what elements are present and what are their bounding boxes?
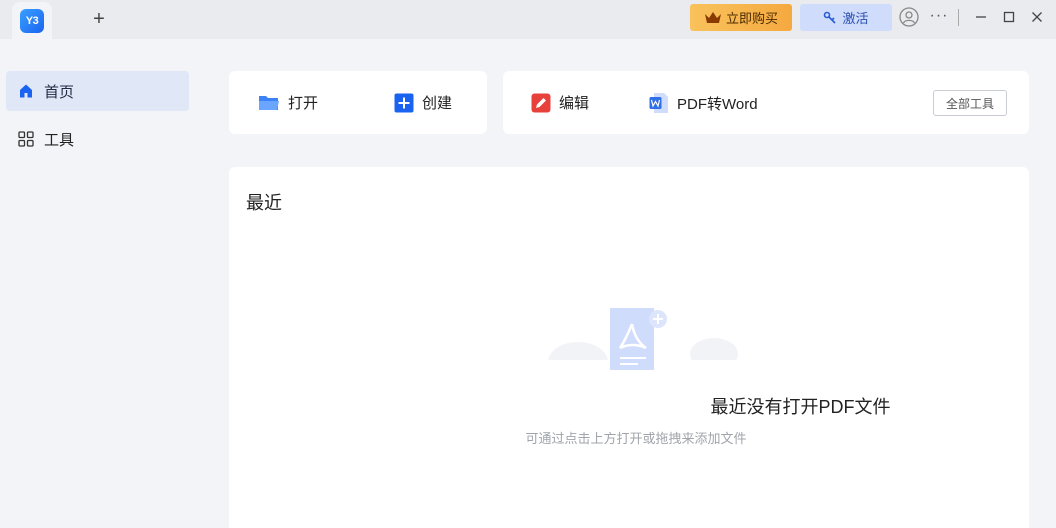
- recent-title: 最近: [246, 193, 282, 213]
- open-label: 打开: [288, 95, 319, 112]
- empty-state-title: 最近没有打开PDF文件: [710, 397, 891, 417]
- home-tab[interactable]: Y3: [12, 2, 52, 39]
- create-label: 创建: [422, 95, 453, 112]
- home-icon: [20, 84, 32, 98]
- buy-now-button[interactable]: 立即购买: [690, 4, 792, 31]
- key-icon: [824, 11, 837, 24]
- close-icon: [1032, 12, 1042, 22]
- more-menu-button[interactable]: ···: [929, 7, 949, 27]
- pdf-to-word-button[interactable]: PDF转Word: [649, 92, 758, 114]
- word-doc-icon: [649, 93, 668, 113]
- edit-label: 编辑: [559, 95, 590, 112]
- sidebar-item-home[interactable]: 首页: [6, 71, 189, 111]
- sidebar-item-label: 工具: [44, 131, 75, 149]
- app-logo: Y3: [20, 8, 44, 33]
- maximize-button[interactable]: [1001, 8, 1017, 26]
- minimize-button[interactable]: [973, 8, 989, 26]
- empty-state-subtitle: 可通过点击上方打开或拖拽来添加文件: [525, 431, 747, 446]
- plus-square-icon: [394, 93, 414, 112]
- empty-state-title-row: 最近没有打开PDF文件: [0, 393, 1056, 419]
- close-button[interactable]: [1029, 8, 1045, 26]
- user-avatar-icon[interactable]: [899, 7, 919, 27]
- edit-button[interactable]: 编辑: [531, 92, 589, 113]
- create-button[interactable]: 创建: [394, 92, 452, 113]
- activate-label: 激活: [842, 11, 869, 26]
- grid-icon: [18, 131, 34, 147]
- crown-icon: [704, 11, 721, 23]
- sidebar-item-label: 首页: [44, 83, 75, 101]
- maximize-icon: [1003, 11, 1015, 23]
- activate-button[interactable]: 激活: [800, 4, 892, 31]
- minimize-icon: [976, 16, 986, 18]
- sidebar-item-tools[interactable]: 工具: [6, 119, 189, 159]
- sidebar: 首页 工具: [0, 39, 197, 528]
- pencil-icon: [531, 93, 551, 112]
- pdf-to-word-label: PDF转Word: [677, 95, 758, 113]
- title-bar: Y3 + 立即购买 激活 ···: [0, 0, 1056, 39]
- folder-icon: [259, 95, 279, 110]
- open-button[interactable]: 打开: [258, 92, 318, 113]
- all-tools-button[interactable]: 全部工具: [933, 90, 1007, 116]
- titlebar-divider: [958, 9, 959, 26]
- empty-pdf-illustration-icon: [546, 308, 738, 382]
- buy-now-label: 立即购买: [725, 11, 778, 26]
- new-tab-button[interactable]: +: [88, 8, 110, 30]
